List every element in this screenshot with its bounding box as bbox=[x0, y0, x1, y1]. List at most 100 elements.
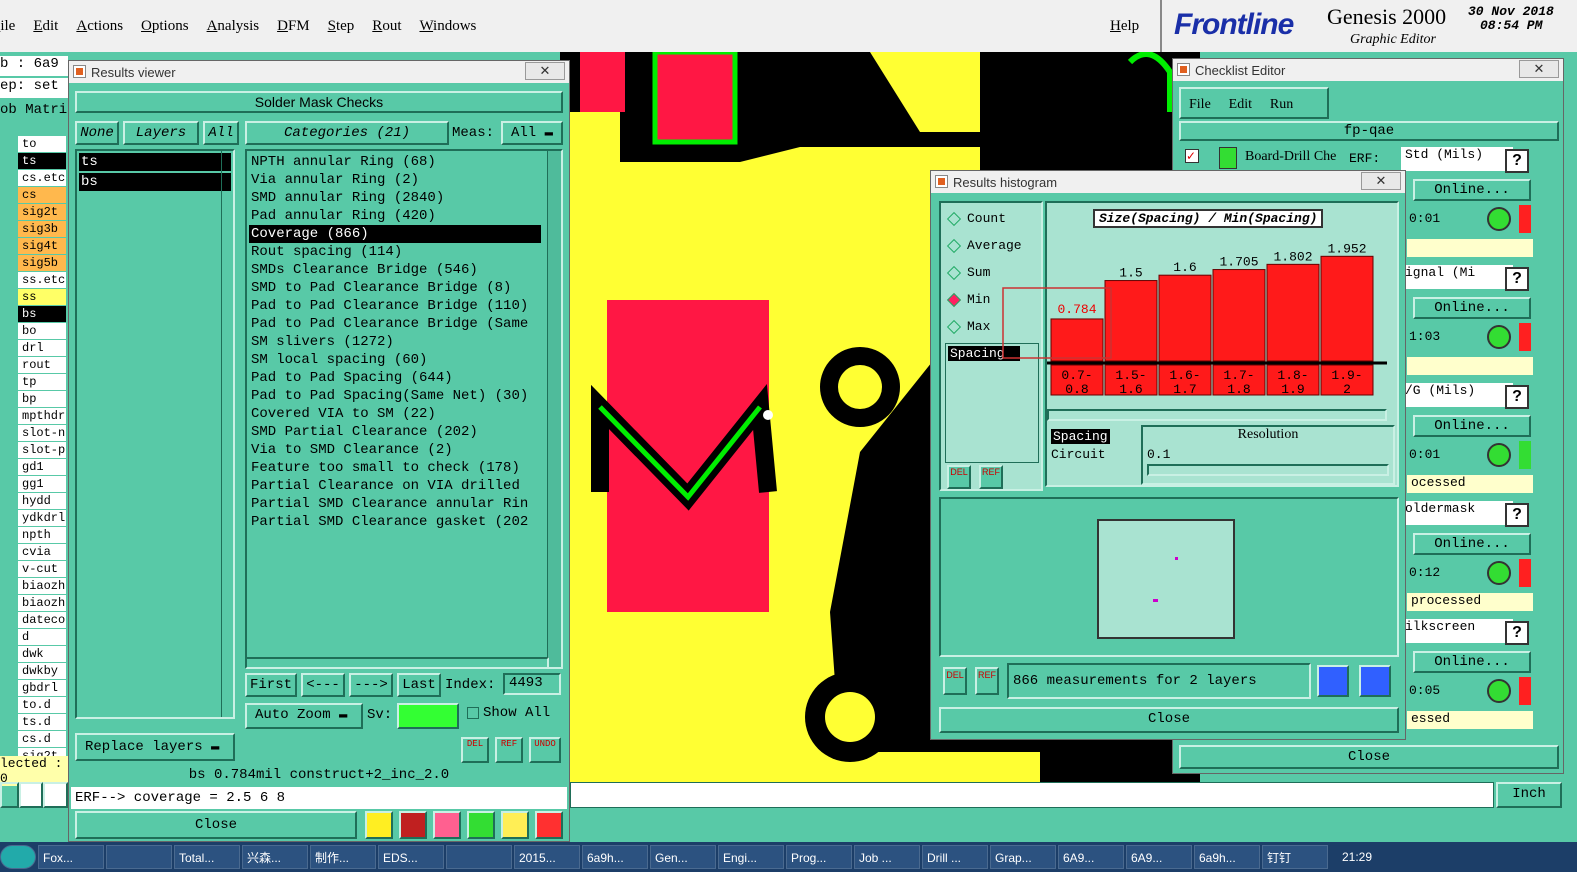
checklist-menu-file[interactable]: File bbox=[1189, 97, 1211, 112]
circuit-option[interactable]: Circuit bbox=[1051, 447, 1106, 462]
job-layer-item[interactable]: gd1 bbox=[18, 459, 66, 475]
job-layer-item[interactable]: cs.d bbox=[18, 731, 66, 747]
category-item[interactable]: Pad annular Ring (420) bbox=[249, 207, 541, 225]
job-layer-item[interactable]: ydkdrl bbox=[18, 510, 66, 526]
help-button[interactable]: ? bbox=[1505, 621, 1529, 645]
category-item[interactable]: SM local spacing (60) bbox=[249, 351, 541, 369]
help-button[interactable]: ? bbox=[1505, 503, 1529, 527]
online-button[interactable]: Online... bbox=[1413, 415, 1531, 437]
category-item[interactable]: Feature too small to check (178) bbox=[249, 459, 541, 477]
checklist-menu-edit[interactable]: Edit bbox=[1229, 97, 1252, 112]
stat-radio-average[interactable]: Average bbox=[941, 232, 1041, 259]
unit-select[interactable]: Inch bbox=[1496, 782, 1562, 808]
job-layer-item[interactable]: mpthdr bbox=[18, 408, 66, 424]
job-layer-item[interactable]: hydd bbox=[18, 493, 66, 509]
sv-select[interactable] bbox=[397, 703, 459, 729]
preview-ref-button[interactable]: REF bbox=[975, 667, 999, 695]
layer-item[interactable]: ts bbox=[79, 153, 231, 171]
menu-windows[interactable]: Windows bbox=[419, 18, 476, 35]
stat-radio-count[interactable]: Count bbox=[941, 205, 1041, 232]
stat-radio-max[interactable]: Max bbox=[941, 313, 1041, 340]
category-item[interactable]: Via annular Ring (2) bbox=[249, 171, 541, 189]
taskbar-item[interactable]: 钉钉 bbox=[1262, 845, 1328, 869]
help-button[interactable]: ? bbox=[1505, 385, 1529, 409]
close-icon[interactable]: ✕ bbox=[525, 62, 565, 80]
histogram-bar[interactable] bbox=[1320, 255, 1374, 362]
ruler-icon[interactable] bbox=[365, 811, 393, 839]
category-item[interactable]: SMDs Clearance Bridge (546) bbox=[249, 261, 541, 279]
job-layer-item[interactable]: cvia bbox=[18, 544, 66, 560]
ref-button[interactable]: REF bbox=[495, 737, 523, 763]
job-layer-item[interactable]: ss bbox=[18, 289, 66, 305]
auto-zoom-select[interactable]: Auto Zoom ▬ bbox=[245, 703, 363, 729]
category-item[interactable]: NPTH annular Ring (68) bbox=[249, 153, 541, 171]
taskbar-item[interactable]: Drill ... bbox=[922, 845, 988, 869]
job-layer-item[interactable]: bs bbox=[18, 306, 66, 322]
stat-radio-min[interactable]: Min bbox=[941, 286, 1041, 313]
job-layer-item[interactable]: dwk bbox=[18, 646, 66, 662]
job-layer-item[interactable]: dwkby bbox=[18, 663, 66, 679]
job-layer-item[interactable]: to bbox=[18, 136, 66, 152]
report-icon[interactable] bbox=[501, 811, 529, 839]
taskbar-item[interactable]: Gen... bbox=[650, 845, 716, 869]
job-layer-item[interactable]: slot-n bbox=[18, 425, 66, 441]
checklist-menu-run[interactable]: Run bbox=[1270, 97, 1293, 112]
category-item[interactable]: Covered VIA to SM (22) bbox=[249, 405, 541, 423]
hist-ref-button[interactable]: REF bbox=[979, 465, 1003, 489]
taskbar-item[interactable]: Fox... bbox=[38, 845, 104, 869]
export-icon[interactable] bbox=[1317, 665, 1349, 697]
import-icon[interactable] bbox=[1359, 665, 1391, 697]
category-item[interactable]: Coverage (866) bbox=[249, 225, 541, 243]
online-button[interactable]: Online... bbox=[1413, 297, 1531, 319]
job-layer-item[interactable]: cs.etc bbox=[18, 170, 66, 186]
job-layer-item[interactable]: gg1 bbox=[18, 476, 66, 492]
spacing-option[interactable]: Spacing bbox=[1051, 429, 1110, 444]
category-item[interactable]: SM slivers (1272) bbox=[249, 333, 541, 351]
histogram-close-button[interactable]: Close bbox=[939, 707, 1399, 733]
job-layer-item[interactable]: d bbox=[18, 629, 66, 645]
close-icon[interactable]: ✕ bbox=[1519, 60, 1559, 78]
layer-listbox[interactable]: ts bs bbox=[75, 149, 235, 719]
online-button[interactable]: Online... bbox=[1413, 651, 1531, 673]
job-layer-item[interactable]: rout bbox=[18, 357, 66, 373]
histogram-bar[interactable] bbox=[1158, 274, 1212, 362]
checklist-titlebar[interactable]: Checklist Editor ✕ bbox=[1173, 59, 1563, 81]
hist-del-button[interactable]: DEL bbox=[947, 465, 971, 489]
help-button[interactable]: ? bbox=[1505, 149, 1529, 173]
category-item[interactable]: Pad to Pad Spacing (644) bbox=[249, 369, 541, 387]
job-layer-item[interactable]: npth bbox=[18, 527, 66, 543]
taskbar-item[interactable]: 6A9... bbox=[1058, 845, 1124, 869]
tool-icon[interactable] bbox=[0, 782, 19, 808]
job-layer-item[interactable]: ts.d bbox=[18, 714, 66, 730]
layers-button[interactable]: Layers bbox=[123, 121, 199, 145]
taskbar-item[interactable]: 6a9h... bbox=[1194, 845, 1260, 869]
job-layer-item[interactable]: cs bbox=[18, 187, 66, 203]
taskbar-item[interactable]: 兴森... bbox=[242, 845, 308, 869]
histogram-bar[interactable] bbox=[1266, 263, 1320, 362]
category-item[interactable]: Partial SMD Clearance annular Rin bbox=[249, 495, 541, 513]
stat-radio-sum[interactable]: Sum bbox=[941, 259, 1041, 286]
taskbar-item[interactable]: Prog... bbox=[786, 845, 852, 869]
category-item[interactable]: Partial Clearance on VIA drilled bbox=[249, 477, 541, 495]
category-item[interactable]: SMD Partial Clearance (202) bbox=[249, 423, 541, 441]
taskbar-item[interactable]: 6a9h... bbox=[582, 845, 648, 869]
online-button[interactable]: Online... bbox=[1413, 533, 1531, 555]
menu-file[interactable]: File bbox=[0, 18, 15, 35]
zoom-icon[interactable] bbox=[1487, 207, 1511, 231]
job-layer-item[interactable]: bp bbox=[18, 391, 66, 407]
job-layer-item[interactable]: to.d bbox=[18, 697, 66, 713]
job-layer-item[interactable]: sig3b bbox=[18, 221, 66, 237]
checklist-close-button[interactable]: Close bbox=[1179, 745, 1559, 769]
spacing-listbox[interactable]: Spacing bbox=[945, 343, 1039, 463]
job-layer-item[interactable]: dateco bbox=[18, 612, 66, 628]
first-button[interactable]: First bbox=[245, 673, 297, 697]
online-button[interactable]: Online... bbox=[1413, 179, 1531, 201]
menu-help[interactable]: Help bbox=[1110, 18, 1139, 35]
taskbar-item[interactable]: Job ... bbox=[854, 845, 920, 869]
menu-analysis[interactable]: Analysis bbox=[207, 18, 260, 35]
category-item[interactable]: Via to SMD Clearance (2) bbox=[249, 441, 541, 459]
job-layer-item[interactable]: sig5b bbox=[18, 255, 66, 271]
histogram-bar[interactable] bbox=[1212, 269, 1266, 362]
histogram-titlebar[interactable]: Results histogram ✕ bbox=[931, 171, 1405, 193]
none-button[interactable]: None bbox=[75, 121, 119, 145]
